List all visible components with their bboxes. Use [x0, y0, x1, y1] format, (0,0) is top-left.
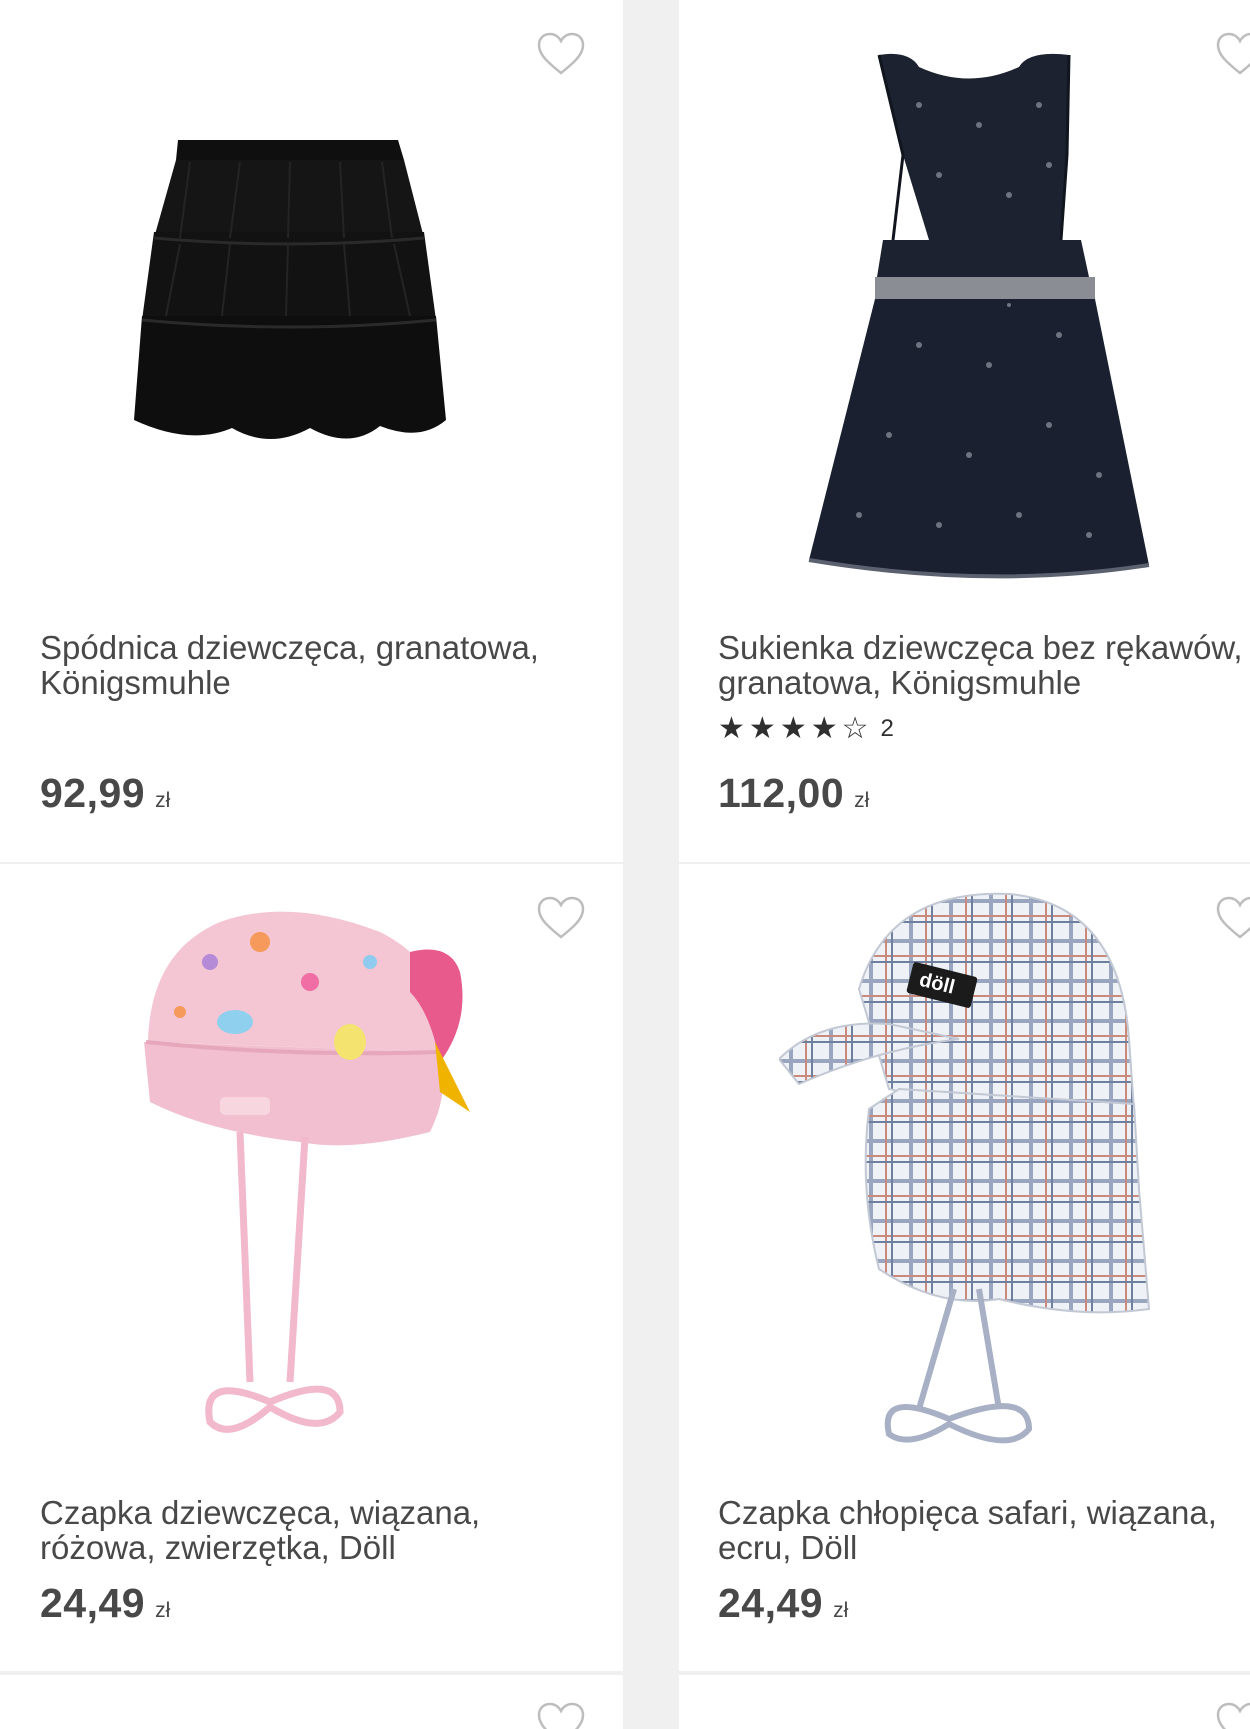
title-line-1: Sukienka dziewczęca bez rękawów, [718, 629, 1243, 666]
title-line-1: Spódnica dziewczęca, granatowa, [40, 629, 539, 666]
product-price: 24,49 zł [40, 1580, 170, 1627]
price-currency: zł [833, 1599, 849, 1622]
title-line-1: Czapka chłopięca safari, wiązana, [718, 1494, 1217, 1531]
product-price: 112,00 zł [718, 770, 869, 817]
title-line-2: granatowa, Königsmuhle [718, 664, 1082, 701]
product-title[interactable]: Sukienka dziewczęca bez rękawów, granato… [718, 629, 1243, 701]
star-filled-icon: ★ [718, 712, 745, 745]
star-empty-icon: ☆ [841, 712, 869, 745]
star-filled-icon: ★ [810, 712, 838, 745]
product-title[interactable]: Spódnica dziewczęca, granatowa, Königsmu… [40, 630, 613, 700]
price-value: 112,00 [718, 770, 845, 816]
product-title[interactable]: Czapka dziewczęca, wiązana, różowa, zwie… [40, 1495, 613, 1565]
product-price: 24,49 zł [718, 1580, 848, 1627]
product-card[interactable] [679, 1675, 1250, 1729]
product-image[interactable] [799, 45, 1189, 595]
star-filled-icon: ★ [779, 712, 807, 745]
product-price: 92,99 zł [40, 770, 170, 817]
title-line-2: ecru, Döll [718, 1529, 858, 1566]
title-line-2: Königsmuhle [40, 664, 231, 701]
price-currency: zł [854, 789, 870, 812]
product-card[interactable]: Spódnica dziewczęca, granatowa, Königsmu… [0, 0, 623, 862]
product-card[interactable]: Sukienka dziewczęca bez rękawów, granato… [679, 0, 1250, 862]
price-currency: zł [155, 1599, 171, 1622]
product-title[interactable]: Czapka chłopięca safari, wiązana, ecru, … [718, 1495, 1240, 1565]
favorite-heart-icon[interactable] [1215, 31, 1250, 77]
product-image[interactable] [140, 902, 480, 1482]
title-line-1: Czapka dziewczęca, wiązana, [40, 1494, 481, 1531]
product-card[interactable]: döll Czapka chłopięca safari, wiązana, e… [679, 864, 1250, 1671]
product-card[interactable]: Czapka dziewczęca, wiązana, różowa, zwie… [0, 864, 623, 1671]
product-card[interactable] [0, 1675, 623, 1729]
product-image[interactable] [120, 120, 500, 500]
favorite-heart-icon[interactable] [536, 1701, 586, 1729]
price-value: 92,99 [40, 770, 146, 816]
favorite-heart-icon[interactable] [1215, 895, 1250, 941]
title-line-2: różowa, zwierzętka, Döll [40, 1529, 396, 1566]
price-currency: zł [155, 789, 171, 812]
rating-count: 2 [880, 715, 894, 742]
price-value: 24,49 [718, 1580, 824, 1626]
price-value: 24,49 [40, 1580, 146, 1626]
product-image[interactable]: döll [779, 889, 1159, 1479]
star-filled-icon: ★ [748, 712, 776, 745]
favorite-heart-icon[interactable] [536, 895, 586, 941]
favorite-heart-icon[interactable] [1215, 1701, 1250, 1729]
product-rating: ★ ★ ★ ★ ☆ 2 [718, 714, 894, 744]
favorite-heart-icon[interactable] [536, 31, 586, 77]
